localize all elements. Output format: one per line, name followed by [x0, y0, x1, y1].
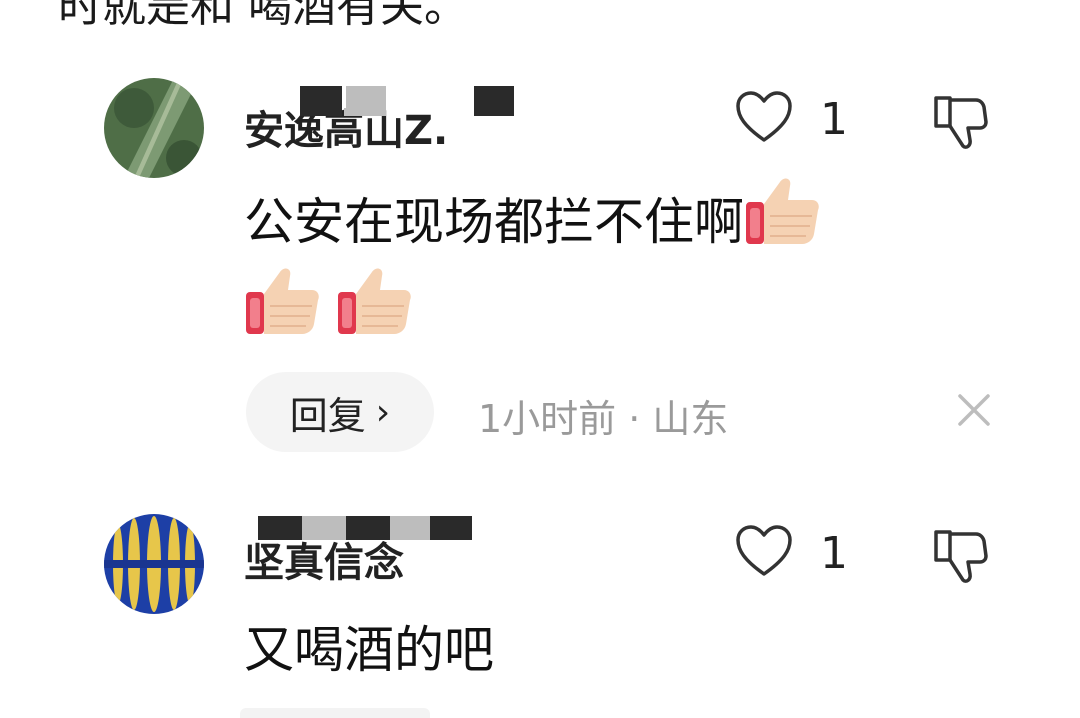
dislike-button[interactable]: [930, 526, 990, 590]
redaction-block: [390, 516, 430, 540]
like-button[interactable]: 1: [734, 524, 848, 582]
dislike-button[interactable]: [930, 92, 990, 156]
close-icon[interactable]: [952, 388, 996, 432]
redaction-block: [300, 86, 342, 112]
heart-outline-icon: [734, 90, 794, 148]
comment-meta: 1小时前 · 山东: [478, 397, 729, 441]
like-count: 1: [820, 93, 848, 145]
reply-button-partial[interactable]: [240, 708, 430, 718]
heart-outline-icon: [734, 524, 794, 582]
avatar[interactable]: [104, 514, 204, 614]
emoji-line: [244, 262, 414, 369]
reply-label: 回复: [289, 393, 366, 438]
redaction-block: [474, 86, 514, 112]
redaction-block: [346, 86, 386, 112]
thumbs-up-emoji: [336, 262, 414, 369]
redaction-block: [302, 516, 346, 540]
avatar[interactable]: [104, 78, 204, 178]
reply-button[interactable]: 回复 ›: [246, 372, 434, 452]
like-button[interactable]: 1: [734, 90, 848, 148]
previous-text-fragment: 时就是和 喝酒有关。: [58, 0, 468, 32]
thumbs-down-outline-icon: [934, 530, 988, 583]
chevron-right-icon: ›: [375, 391, 391, 433]
like-count: 1: [820, 527, 848, 579]
thumbs-down-outline-icon: [934, 96, 988, 149]
redaction-block: [346, 516, 390, 540]
thumbs-up-emoji: [244, 262, 322, 369]
comment-text: 又喝酒的吧: [244, 621, 494, 679]
redaction-block: [430, 516, 472, 540]
thumbs-up-emoji: [744, 172, 822, 279]
comment-text-line: 公安在现场都拦不住啊: [244, 193, 744, 251]
redaction-block: [258, 516, 302, 540]
